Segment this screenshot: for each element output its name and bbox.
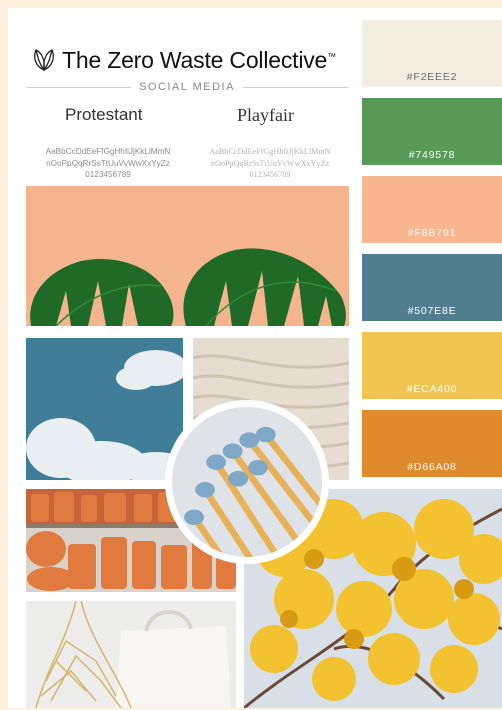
color-swatch: #F2EEE2: [362, 20, 502, 87]
font-specimen-primary: AaBbCcDdEeFfGgHhIiJjKkLlMmN nOoPpQqRrSsT…: [45, 147, 171, 179]
swatch-hex: #749578: [408, 149, 456, 161]
font-name-primary: Protestant: [65, 105, 143, 124]
logo: The Zero Waste Collective™: [30, 46, 336, 74]
brand-name: The Zero Waste Collective™: [62, 46, 336, 73]
color-swatch: #F8B791: [362, 176, 502, 243]
swatch-hex: #F2EEE2: [406, 71, 458, 83]
leaf-logo-icon: [34, 49, 54, 71]
font-name-secondary: Playfair: [237, 105, 294, 125]
swatch-hex: #F8B791: [407, 227, 457, 239]
color-palette: #F2EEE2 #749578 #F8B791 #507E8E #ECA400 …: [362, 20, 502, 488]
swatch-hex: #507E8E: [407, 305, 457, 317]
color-swatch: #D66A08: [362, 410, 502, 477]
swatch-hex: #ECA400: [406, 383, 458, 395]
color-swatch: #507E8E: [362, 254, 502, 321]
divider: [26, 86, 132, 88]
subtitle-row: SOCIAL MEDIA: [26, 81, 348, 93]
color-swatch: #749578: [362, 98, 502, 165]
font-specimen-secondary: AaBbCcDdEeFfGgHhIiJjKkLlMmN nOoPpQqRrSsT…: [209, 147, 331, 179]
monstera-leaves-photo: [26, 186, 349, 326]
tote-bag-photo: [26, 601, 236, 708]
swatch-hex: #D66A08: [407, 461, 457, 473]
subtitle: SOCIAL MEDIA: [139, 81, 235, 93]
blue-sky-clouds-photo: [26, 338, 183, 480]
brand-header: The Zero Waste Collective™ SOCIAL MEDIA …: [8, 8, 353, 188]
moodboard: The Zero Waste Collective™ SOCIAL MEDIA …: [8, 8, 502, 708]
matches-photo: [165, 400, 329, 564]
divider: [242, 86, 348, 88]
color-swatch: #ECA400: [362, 332, 502, 399]
